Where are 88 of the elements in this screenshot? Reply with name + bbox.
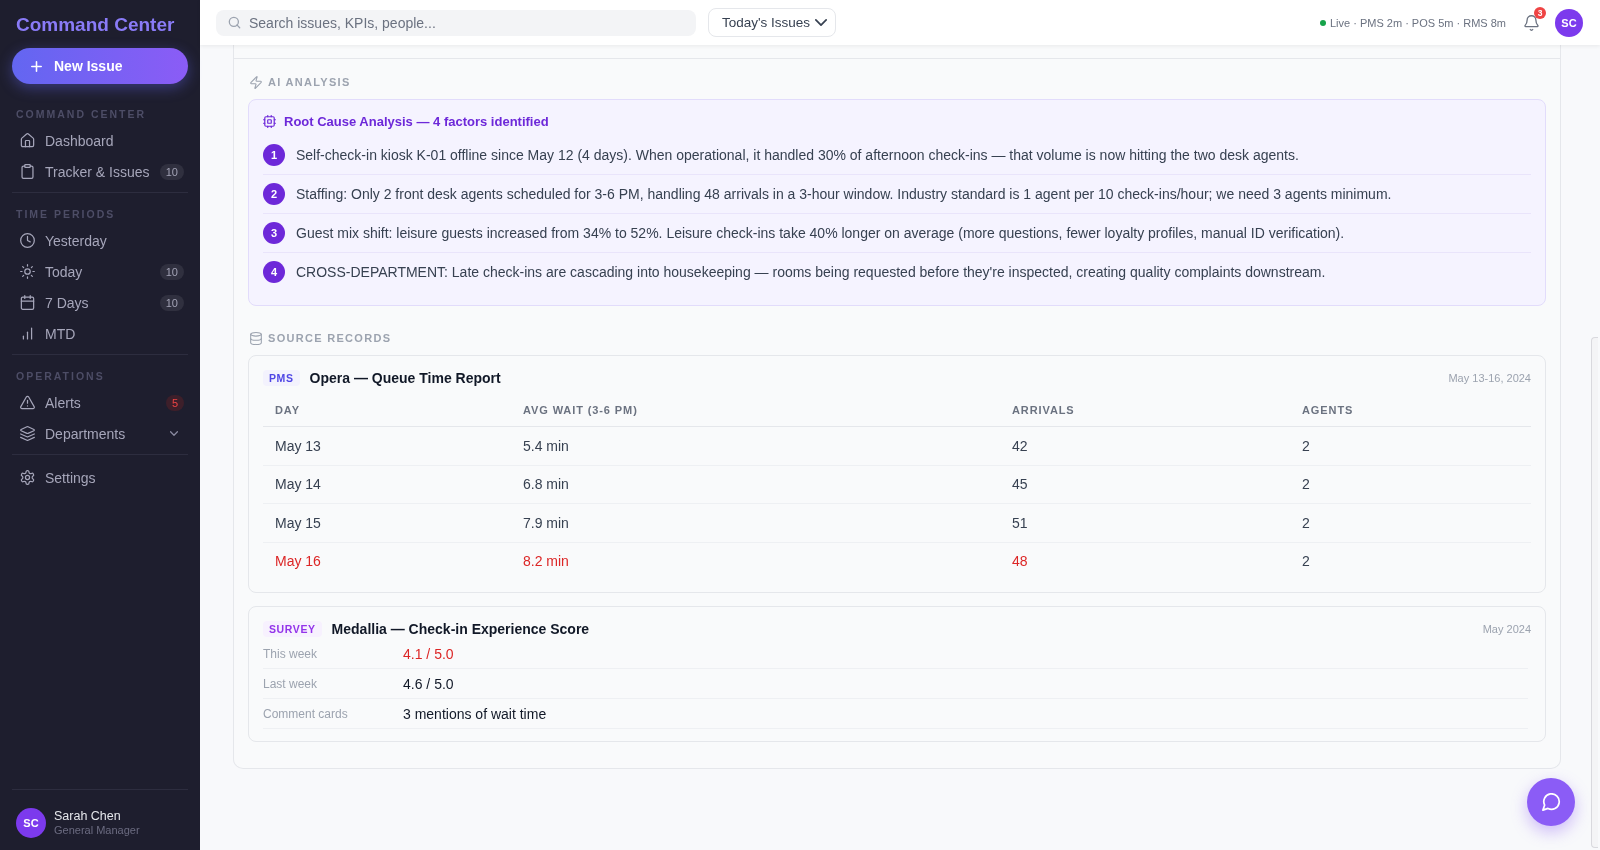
step-number: 1 xyxy=(263,144,285,166)
table-cell: 2 xyxy=(1302,553,1310,570)
factor-text: Self-check-in kiosk K-01 offline since May 12 (4 days). When operational, it handled 30% of afternoon check-ins — that volume is now hitting the two desk agents. xyxy=(296,147,1299,163)
user-avatar: SC xyxy=(16,808,46,838)
sidebar-item[interactable]: Yesterday xyxy=(12,225,188,256)
bar-chart-icon xyxy=(20,326,35,341)
chip-icon xyxy=(263,114,276,128)
metric-label: This week xyxy=(263,646,318,661)
table-cell: 2 xyxy=(1302,476,1310,493)
table-cell: May 16 xyxy=(275,553,321,570)
metric-value: 4.1 / 5.0 xyxy=(403,645,454,662)
table-cell: 48 xyxy=(1012,553,1028,570)
notification-badge: 3 xyxy=(1534,6,1546,19)
table-cell: 51 xyxy=(1012,514,1028,531)
section-heading: TIME PERIODS xyxy=(16,207,116,221)
view-dropdown[interactable]: Today's Issues xyxy=(708,8,836,37)
record-title: Opera — Queue Time Report xyxy=(309,370,501,386)
table-cell: 42 xyxy=(1012,437,1028,454)
search-field[interactable]: Search issues, KPIs, people... xyxy=(216,9,696,36)
lightning-icon xyxy=(250,75,262,89)
table-cell: 45 xyxy=(1012,476,1028,493)
section-heading: SOURCE RECORDS xyxy=(268,332,392,344)
section-heading: COMMAND CENTER xyxy=(16,107,147,121)
table-cell: May 13 xyxy=(275,437,321,454)
factor-text: Guest mix shift: leisure guests increased from 34% to 52%. Leisure check-ins take 40% longer on average (more questions, fewer loyalty profiles, manual ID verification). xyxy=(296,225,1345,241)
chat-bubble-icon xyxy=(1541,793,1561,811)
step-number: 2 xyxy=(263,183,285,205)
step-number: 3 xyxy=(263,222,285,244)
section-heading: AI ANALYSIS xyxy=(268,76,351,88)
count-badge: 10 xyxy=(159,163,184,180)
settings-icon xyxy=(20,470,35,485)
count-badge: 10 xyxy=(159,263,184,280)
record-date: May 2024 xyxy=(1482,623,1531,635)
clock-icon xyxy=(20,233,35,248)
metric-value: 3 mentions of wait time xyxy=(403,705,547,722)
sidebar-item[interactable]: Dashboard xyxy=(12,125,188,156)
column-header: AGENTS xyxy=(1302,404,1354,416)
section-heading: OPERATIONS xyxy=(16,369,105,383)
step-number: 4 xyxy=(263,261,285,283)
source-tag: SURVEY xyxy=(263,621,322,637)
record-date: May 13-16, 2024 xyxy=(1448,372,1531,384)
table-cell: 2 xyxy=(1302,514,1310,531)
sidebar-item[interactable]: 7 Days 10 xyxy=(12,287,188,318)
database-icon xyxy=(250,331,262,345)
clipboard-icon xyxy=(20,164,35,179)
app-title: Command Center xyxy=(16,13,175,37)
table-cell: 2 xyxy=(1302,437,1310,454)
metric-label: Last week xyxy=(263,676,318,691)
sidebar-item[interactable]: MTD xyxy=(12,318,188,349)
column-header: DAY xyxy=(275,404,300,416)
count-badge: 5 xyxy=(165,394,184,411)
sync-status: Live · PMS 2m · POS 5m · RMS 8m xyxy=(1329,16,1506,29)
warning-icon xyxy=(20,395,35,410)
sidebar-item[interactable]: Departments xyxy=(12,418,188,449)
factor-text: Staffing: Only 2 front desk agents scheduled for 3-6 PM, handling 48 arrivals in a 3-hour window. Industry standard is 1 agent per 10 check-ins/hour; we need 3 agents minimum. xyxy=(296,186,1392,202)
search-icon xyxy=(228,16,241,29)
plus-icon xyxy=(31,60,42,72)
column-header: AVG WAIT (3-6 PM) xyxy=(523,404,638,416)
analysis-title: Root Cause Analysis — 4 factors identified xyxy=(284,113,549,129)
scrollbar-thumb[interactable] xyxy=(1591,337,1598,848)
sidebar-item[interactable]: Today 10 xyxy=(12,256,188,287)
metric-label: Comment cards xyxy=(263,706,348,721)
table-cell: 8.2 min xyxy=(523,553,569,570)
bell-icon xyxy=(1523,14,1539,31)
calendar-icon xyxy=(20,295,35,310)
chat-button[interactable] xyxy=(1527,778,1575,826)
sun-icon xyxy=(20,264,35,279)
sidebar-item[interactable]: Alerts 5 xyxy=(12,387,188,418)
column-header: ARRIVALS xyxy=(1012,404,1075,416)
metric-value: 4.6 / 5.0 xyxy=(403,675,454,692)
house-icon xyxy=(20,133,35,148)
user-name: Sarah Chen xyxy=(54,809,121,824)
chevron-down-icon xyxy=(815,19,827,26)
user-role: General Manager xyxy=(54,824,140,837)
record-title: Medallia — Check-in Experience Score xyxy=(331,621,590,637)
new-issue-button[interactable]: New Issue xyxy=(12,48,188,84)
table-cell: 6.8 min xyxy=(523,476,569,493)
factor-text: CROSS-DEPARTMENT: Late check-ins are cascading into housekeeping — rooms being requested before they're inspected, creating quality complaints downstream. xyxy=(296,264,1326,280)
table-cell: 5.4 min xyxy=(523,437,569,454)
table-cell: May 14 xyxy=(275,476,321,493)
sidebar-item[interactable]: Tracker & Issues 10 xyxy=(12,156,188,187)
layers-icon xyxy=(20,426,35,441)
user-avatar[interactable]: SC xyxy=(1555,8,1583,37)
source-tag: PMS xyxy=(263,370,300,386)
sidebar-item[interactable]: Settings xyxy=(12,462,188,493)
table-cell: May 15 xyxy=(275,514,321,531)
table-cell: 7.9 min xyxy=(523,514,569,531)
count-badge: 10 xyxy=(159,294,184,311)
